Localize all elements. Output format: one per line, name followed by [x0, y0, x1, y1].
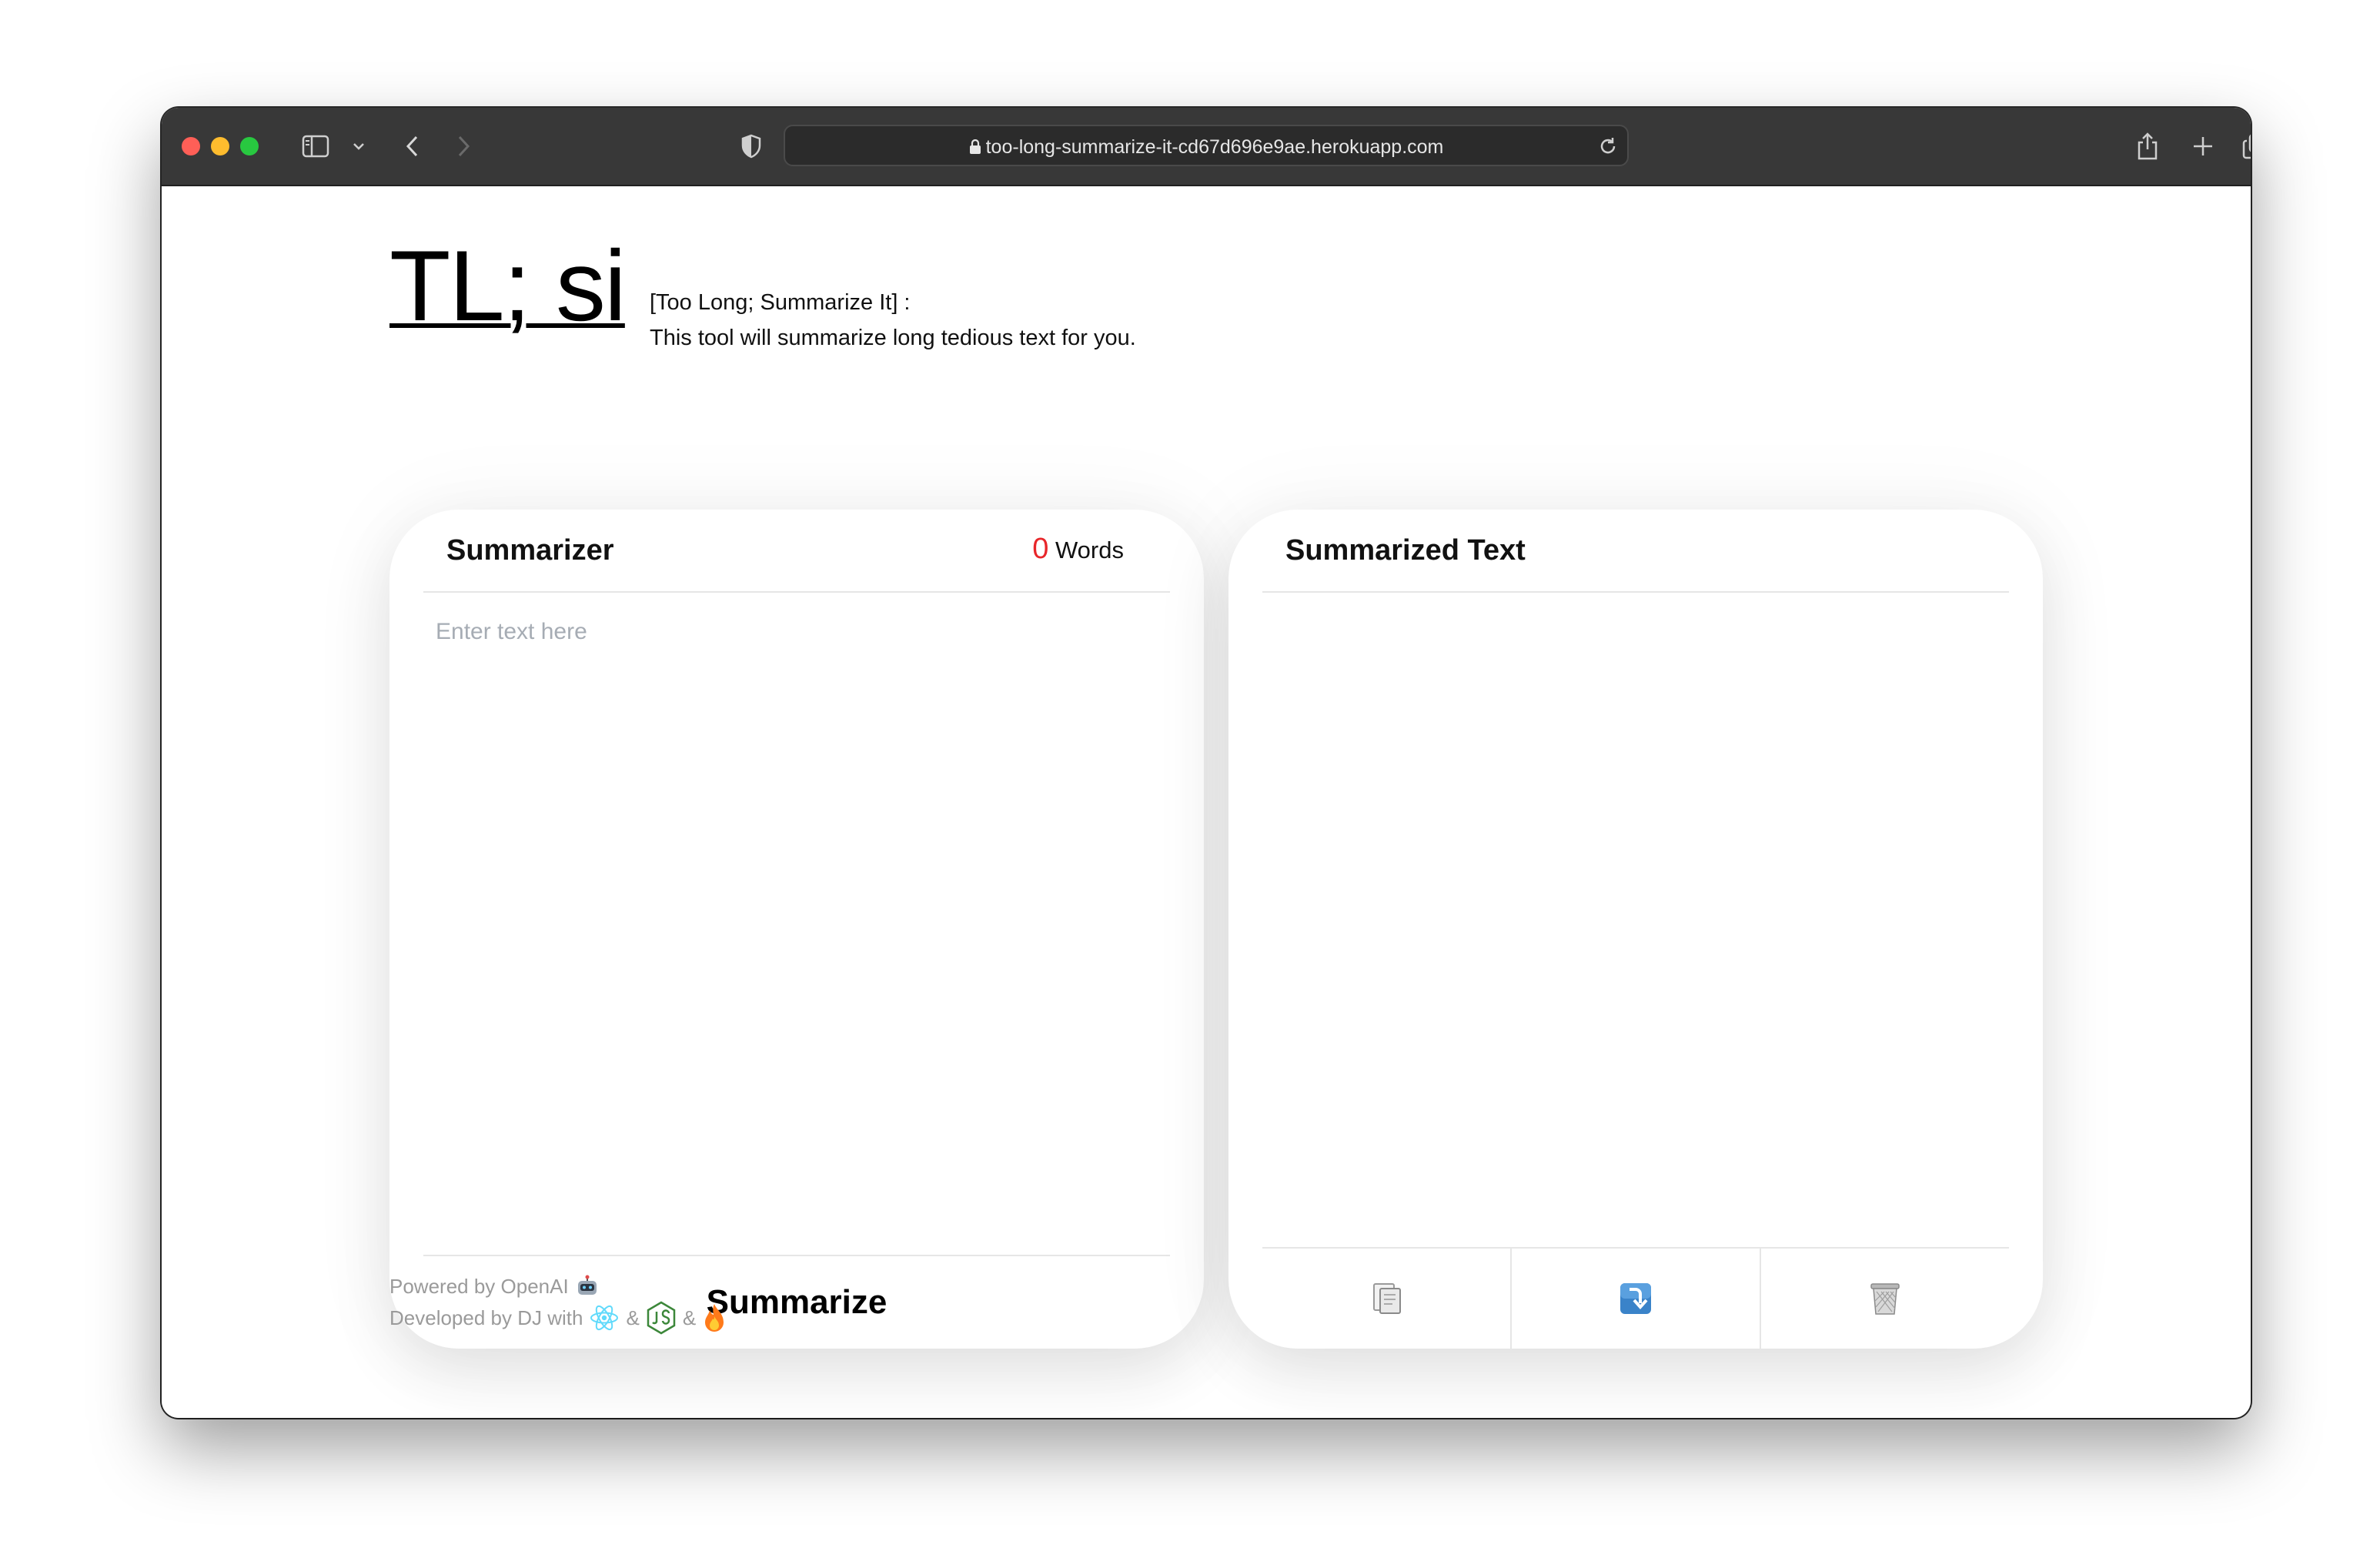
reload-icon[interactable]	[1598, 135, 1618, 161]
header-divider	[423, 591, 1170, 593]
fire-icon[interactable]	[702, 1302, 727, 1333]
tagline-description: This tool will summarize long tedious te…	[650, 326, 1136, 350]
word-count-value: 0	[1032, 533, 1049, 565]
copy-button[interactable]	[1262, 1249, 1510, 1349]
app-logo[interactable]: TL; si	[389, 236, 627, 336]
download-button[interactable]	[1512, 1249, 1760, 1349]
address-bar[interactable]: too-long-summarize-it-cd67d696e9ae.herok…	[784, 125, 1629, 166]
ampersand: &	[682, 1306, 697, 1329]
maximize-window-button[interactable]	[240, 137, 259, 155]
summarized-text-card: Summarized Text	[1228, 510, 2043, 1349]
privacy-shield-icon[interactable]	[736, 131, 767, 162]
page-footer: Powered by OpenAI Developed by DJ with &…	[389, 1272, 727, 1335]
download-icon	[1620, 1283, 1651, 1314]
trash-icon	[1870, 1283, 1900, 1315]
delete-button[interactable]	[1761, 1249, 2009, 1349]
summary-output	[1273, 617, 1997, 1218]
word-counter: 0 Words	[1032, 533, 1124, 566]
nodejs-icon[interactable]	[646, 1301, 677, 1335]
header-divider	[1262, 591, 2009, 593]
word-count-label: Words	[1055, 537, 1124, 563]
developed-by-text: Developed by DJ with	[389, 1306, 583, 1329]
url-text: too-long-summarize-it-cd67d696e9ae.herok…	[985, 136, 1444, 158]
ampersand: &	[626, 1306, 640, 1329]
summarized-text-title: Summarized Text	[1285, 534, 1526, 567]
close-window-button[interactable]	[182, 137, 200, 155]
forward-icon[interactable]	[448, 131, 479, 162]
summarizer-card: Summarizer 0 Words Summarize	[389, 510, 1204, 1349]
share-icon[interactable]	[2132, 131, 2163, 162]
page-content: TL; si [Too Long; Summarize It] : This t…	[162, 186, 2251, 1418]
browser-toolbar: too-long-summarize-it-cd67d696e9ae.herok…	[162, 108, 2251, 186]
react-icon[interactable]	[589, 1302, 620, 1333]
copy-icon	[1373, 1283, 1401, 1314]
summarizer-title: Summarizer	[446, 534, 614, 567]
app-tagline: [Too Long; Summarize It] : This tool wil…	[650, 285, 1136, 356]
chevron-down-icon[interactable]	[343, 131, 374, 162]
lock-icon	[969, 139, 981, 154]
new-tab-icon[interactable]	[2188, 131, 2218, 162]
browser-window: too-long-summarize-it-cd67d696e9ae.herok…	[162, 108, 2251, 1418]
tagline-title: [Too Long; Summarize It] :	[650, 290, 911, 315]
minimize-window-button[interactable]	[211, 137, 229, 155]
robot-icon	[577, 1275, 597, 1295]
sidebar-toggle-icon[interactable]	[300, 131, 331, 162]
input-textarea[interactable]	[434, 617, 1161, 1221]
powered-by-text: Powered by OpenAI	[389, 1275, 569, 1298]
back-icon[interactable]	[397, 131, 428, 162]
tab-overview-icon[interactable]	[2240, 131, 2251, 162]
